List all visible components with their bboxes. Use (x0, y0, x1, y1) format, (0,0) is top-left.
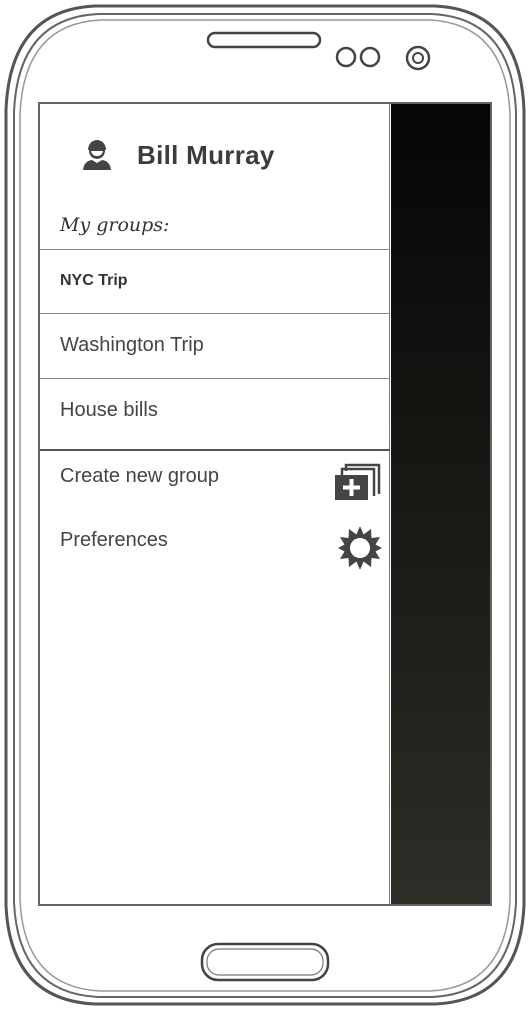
dimmed-content-overlay[interactable] (391, 104, 490, 904)
group-item-nyc-trip[interactable]: NYC Trip (40, 249, 390, 313)
group-item-label: House bills (60, 399, 158, 421)
divider (40, 449, 390, 451)
user-avatar-icon (83, 140, 111, 170)
screen: Bill Murray My groups: NYC Trip Washingt… (40, 104, 490, 904)
user-name: Bill Murray (137, 140, 275, 170)
create-new-group-button[interactable]: Create new group (40, 463, 390, 525)
add-group-icon (335, 463, 381, 500)
drawer-header: Bill Murray My groups: (40, 104, 390, 236)
group-item-label: Washington Trip (60, 334, 204, 356)
preferences-button[interactable]: Preferences (40, 526, 390, 589)
navigation-drawer: Bill Murray My groups: NYC Trip Washingt… (40, 104, 390, 904)
gear-icon (338, 526, 382, 570)
groups-heading: My groups: (60, 214, 170, 236)
menu-item-label: Create new group (60, 465, 219, 487)
menu-item-label: Preferences (60, 529, 168, 551)
group-item-house-bills[interactable]: House bills (40, 378, 390, 442)
group-item-label: NYC Trip (60, 272, 128, 289)
group-item-washington-trip[interactable]: Washington Trip (40, 313, 390, 377)
